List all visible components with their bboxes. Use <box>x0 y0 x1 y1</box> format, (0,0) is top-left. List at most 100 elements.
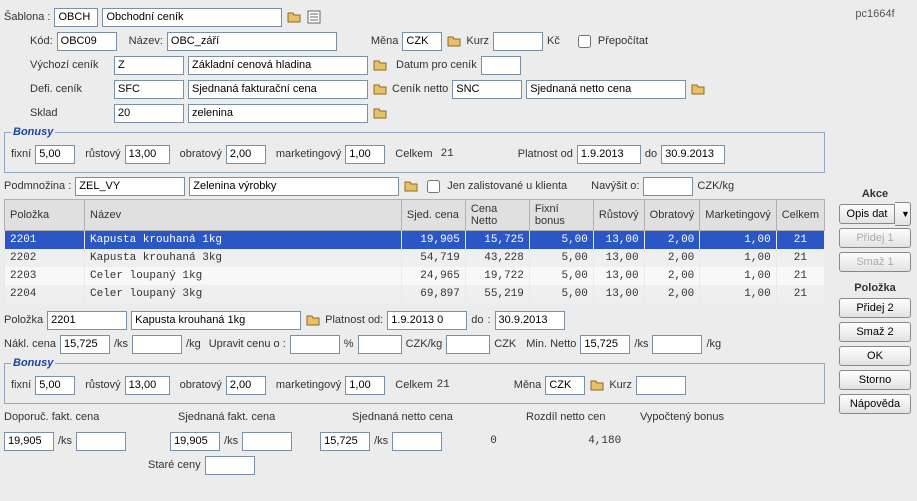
detail-platnost-od-label: Platnost od: <box>325 314 383 326</box>
d-mena-label: Měna <box>514 379 542 391</box>
detail-platnost-do[interactable] <box>495 311 565 330</box>
sablona-list-icon[interactable] <box>306 9 322 25</box>
d-rustovy[interactable] <box>125 376 170 395</box>
bonus-top-rustovy[interactable] <box>125 145 170 164</box>
sjednana-fakt-head: Sjednaná fakt. cena <box>178 411 348 423</box>
kc-label: Kč <box>547 35 560 47</box>
sablona-open-icon[interactable] <box>286 9 302 25</box>
upravit-pct[interactable] <box>290 335 340 354</box>
pridej2-button[interactable]: Přidej 2 <box>839 298 911 318</box>
cenik-netto-code[interactable] <box>452 80 522 99</box>
bonus-value: 4,180 <box>588 435 621 447</box>
nakl-kg-input[interactable] <box>132 335 182 354</box>
sklad-code[interactable] <box>114 104 184 123</box>
sjednana-fakt-input[interactable] <box>170 432 220 451</box>
czk-kg-label: CZK/kg <box>697 180 734 192</box>
d-kurz[interactable] <box>636 376 686 395</box>
d-marketingovy[interactable] <box>345 376 385 395</box>
per-ks-1: /ks <box>114 338 128 350</box>
cenik-netto-open-icon[interactable] <box>690 81 706 97</box>
sklad-name[interactable] <box>188 104 368 123</box>
d-kurz-label: Kurz <box>609 379 632 391</box>
d-mena[interactable] <box>545 376 585 395</box>
doporuc-input[interactable] <box>4 432 54 451</box>
sablona-name-input[interactable] <box>102 8 282 27</box>
cenik-netto-label: Ceník netto <box>392 83 448 95</box>
doporuc2-input[interactable] <box>76 432 126 451</box>
col-polozka[interactable]: Položka <box>5 200 85 231</box>
d-obratovy-label: obratový <box>180 379 222 391</box>
sjednana-fakt2-input[interactable] <box>242 432 292 451</box>
mena-input[interactable] <box>402 32 442 51</box>
podmnozina-open-icon[interactable] <box>403 178 419 194</box>
table-row[interactable]: 2203Celer loupaný 1kg24,96519,7225,0013,… <box>5 267 825 285</box>
mena-open-icon[interactable] <box>446 33 462 49</box>
col-netto[interactable]: Cena Netto <box>465 200 529 231</box>
opis-dat-dropdown[interactable]: ▼ <box>895 202 911 226</box>
items-table[interactable]: Položka Název Sjed. cena Cena Netto Fixn… <box>4 199 825 303</box>
podmnozina-name[interactable] <box>189 177 399 196</box>
bonus-top-marketingovy[interactable] <box>345 145 385 164</box>
opis-dat-button[interactable]: Opis dat <box>839 204 895 224</box>
defi-cenik-code[interactable] <box>114 80 184 99</box>
form-id-label: pc1664f <box>839 8 911 20</box>
smaz2-button[interactable]: Smaž 2 <box>839 322 911 342</box>
d-fixni[interactable] <box>35 376 75 395</box>
detail-polozka-open-icon[interactable] <box>305 312 321 328</box>
defi-cenik-open-icon[interactable] <box>372 81 388 97</box>
podmnozina-code[interactable] <box>75 177 185 196</box>
d-obratovy[interactable] <box>226 376 266 395</box>
col-nazev[interactable]: Název <box>85 200 402 231</box>
kurz-input[interactable] <box>493 32 543 51</box>
col-sjed[interactable]: Sjed. cena <box>401 200 465 231</box>
upravit-czkkg[interactable] <box>358 335 402 354</box>
bonus-top-obratovy[interactable] <box>226 145 266 164</box>
d-mena-open-icon[interactable] <box>589 377 605 393</box>
col-mkt[interactable]: Marketingový <box>700 200 776 231</box>
detail-polozka-code[interactable] <box>47 311 127 330</box>
vychozi-cenik-code[interactable] <box>114 56 184 75</box>
platnost-do-input[interactable] <box>661 145 725 164</box>
min-netto-kg[interactable] <box>652 335 702 354</box>
vychozi-cenik-label: Výchozí ceník <box>30 59 110 71</box>
defi-cenik-name[interactable] <box>188 80 368 99</box>
polozka-heading: Položka <box>839 282 911 294</box>
ok-button[interactable]: OK <box>839 346 911 366</box>
min-netto-input[interactable] <box>580 335 630 354</box>
per-ks-2: /ks <box>634 338 648 350</box>
table-row[interactable]: 2204Celer loupaný 3kg69,89755,2195,0013,… <box>5 285 825 303</box>
d-marketingovy-label: marketingový <box>276 379 341 391</box>
vychozi-cenik-open-icon[interactable] <box>372 57 388 73</box>
col-fixni[interactable]: Fixní bonus <box>529 200 593 231</box>
bonus-top-fixni[interactable] <box>35 145 75 164</box>
kod-input[interactable] <box>57 32 117 51</box>
platnost-od-input[interactable] <box>577 145 641 164</box>
table-row[interactable]: 2202Kapusta krouhaná 3kg54,71943,2285,00… <box>5 249 825 267</box>
doporuc-head: Doporuč. fakt. cena <box>4 411 144 423</box>
stare-ceny-input[interactable] <box>205 456 255 475</box>
storno-button[interactable]: Storno <box>839 370 911 390</box>
nazev-input[interactable] <box>167 32 337 51</box>
cenik-netto-name[interactable] <box>526 80 686 99</box>
d-rustovy-label: růstový <box>85 379 120 391</box>
jen-zalistovane-checkbox[interactable] <box>427 180 440 193</box>
sjednana-netto2-input[interactable] <box>392 432 442 451</box>
prepocitat-checkbox[interactable] <box>578 35 591 48</box>
detail-polozka-name[interactable] <box>131 311 301 330</box>
upravit-czk[interactable] <box>446 335 490 354</box>
table-row[interactable]: 2201Kapusta krouhaná 1kg19,90515,7255,00… <box>5 231 825 250</box>
detail-do-label: do <box>471 314 483 326</box>
sjednana-netto-input[interactable] <box>320 432 370 451</box>
pridej1-button: Přidej 1 <box>839 228 911 248</box>
datum-pro-cenik-input[interactable] <box>481 56 521 75</box>
sablona-code-input[interactable] <box>54 8 98 27</box>
col-rust[interactable]: Růstový <box>593 200 644 231</box>
nakl-cena-input[interactable] <box>60 335 110 354</box>
vychozi-cenik-name[interactable] <box>188 56 368 75</box>
detail-platnost-od[interactable] <box>387 311 467 330</box>
col-celkem[interactable]: Celkem <box>776 200 824 231</box>
col-obrat[interactable]: Obratový <box>644 200 700 231</box>
navysit-o-input[interactable] <box>643 177 693 196</box>
napoveda-button[interactable]: Nápověda <box>839 394 911 414</box>
sklad-open-icon[interactable] <box>372 105 388 121</box>
